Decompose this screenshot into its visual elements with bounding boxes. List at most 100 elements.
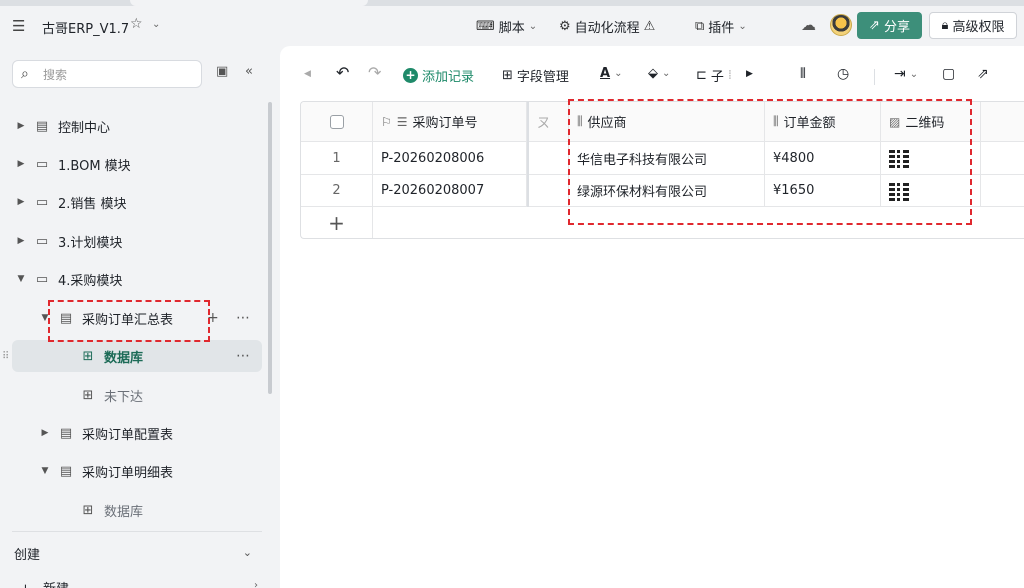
add-icon: + [20, 582, 31, 588]
fill-color-button[interactable]: ⬙ ⌄ [648, 66, 670, 81]
column-add-icon[interactable]: ⫴ [800, 66, 806, 82]
cell-order-no[interactable]: P-20260208006 [373, 142, 527, 174]
data-grid: ⚐ ☰ 采购订单号 ㄡ ⫼ 供应商 ⫼ 订单金额 ▨ 二维码 1 P-20260… [300, 101, 1024, 239]
font-color-button[interactable]: A ⌄ [600, 66, 622, 81]
qr-code-image[interactable] [889, 180, 909, 201]
cell-amount[interactable]: ¥4800 [765, 142, 881, 174]
chevron-right-icon[interactable]: ▶ [16, 197, 26, 207]
table-row[interactable]: 1 P-20260208006 华信电子科技有限公司 ¥4800 [301, 142, 1024, 175]
cell-qrcode[interactable] [881, 175, 981, 206]
tree-item-purchase-module[interactable]: ▼ ▭ 4.采购模块 [0, 263, 262, 295]
select-all-cell[interactable] [301, 102, 373, 141]
cell-qrcode[interactable] [881, 142, 981, 174]
bar-chart-icon: ⫼ [773, 114, 779, 128]
qr-code-image[interactable] [889, 148, 909, 168]
cell-order-no[interactable]: P-20260208007 [373, 175, 527, 206]
add-row[interactable]: + [301, 207, 1024, 238]
plugin-button[interactable]: ⧉ 插件 ⌄ [695, 17, 747, 36]
menu-icon[interactable]: ☰ [12, 17, 25, 35]
robot-icon: ⚙ [559, 19, 571, 34]
cell-supplier[interactable]: 华信电子科技有限公司 [569, 142, 765, 174]
cell-amount[interactable]: ¥1650 [765, 175, 881, 206]
export-button[interactable]: ⇥ ⌄ [894, 66, 918, 82]
app-header: ☰ 古哥ERP_V1.7 ☆ ⌄ ⌨ 脚本 ⌄ ⚙ 自动化流程 ⚠ ⧉ 插件 ⌄… [0, 6, 1024, 46]
app-title[interactable]: 古哥ERP_V1.7 [42, 18, 129, 37]
star-icon[interactable]: ☆ [130, 16, 143, 32]
select-all-checkbox[interactable] [329, 114, 344, 129]
folder-icon: ▭ [35, 156, 49, 172]
more-icon[interactable]: ⋯ [236, 310, 250, 326]
chevron-down-icon[interactable]: ▼ [16, 274, 26, 284]
tree-item-bom-module[interactable]: ▶ ▭ 1.BOM 模块 [0, 148, 262, 180]
script-icon: ⌨ [476, 19, 495, 34]
field-manage-button[interactable]: ⊞ 字段管理 [502, 66, 569, 85]
column-header-supplier[interactable]: ⫼ 供应商 [569, 102, 765, 141]
tree-item-purchase-order-summary[interactable]: ▼ ▤ 采购订单汇总表 + ⋯ [0, 302, 262, 334]
add-row-icon[interactable]: + [301, 207, 373, 238]
new-item-row[interactable]: + 新建 › [20, 578, 258, 588]
tree-item-plan-module[interactable]: ▶ ▭ 3.计划模块 [0, 225, 262, 257]
grid-icon: ⊞ [82, 502, 94, 518]
drag-handle-icon[interactable]: ⠿ [2, 351, 9, 362]
more-icon[interactable]: ⋯ [236, 348, 250, 364]
cloud-sync-icon[interactable]: ☁ [801, 16, 816, 34]
tree-item-purchase-order-detail[interactable]: ▼ ▤ 采购订单明细表 [0, 455, 262, 487]
paint-bucket-icon: ⬙ [648, 66, 658, 81]
chevron-down-icon: ⌄ [528, 21, 538, 32]
tree-item-database-active[interactable]: ⊞ 数据库 ⋯ [12, 340, 262, 372]
cell-supplier[interactable]: 绿源环保材料有限公司 [569, 175, 765, 206]
chevron-down-icon[interactable]: ▼ [40, 313, 50, 323]
column-header-hidden[interactable]: ㄡ [529, 102, 569, 141]
bar-chart-icon: ⫼ [577, 114, 583, 128]
automation-button[interactable]: ⚙ 自动化流程 ⚠ [559, 17, 655, 36]
cell-hidden[interactable] [529, 175, 569, 206]
toolbar-divider [874, 69, 875, 85]
sub-table-button[interactable]: ⊏ 子 ⁞ [696, 66, 732, 85]
tree-item-sales-module[interactable]: ▶ ▭ 2.销售 模块 [0, 186, 262, 218]
share-button[interactable]: ⇗ 分享 [857, 12, 922, 39]
sidebar-scrollbar[interactable] [268, 102, 272, 394]
add-record-button[interactable]: + 添加记录 [403, 66, 474, 85]
share-out-icon[interactable]: ⇗ [977, 66, 989, 82]
avatar[interactable] [830, 14, 852, 36]
cell-hidden[interactable] [529, 142, 569, 174]
scroll-left-icon[interactable]: ◀ [304, 69, 311, 79]
chevron-right-icon[interactable]: ▶ [16, 121, 26, 131]
grid-icon: ⊞ [502, 68, 513, 83]
chevron-right-icon: › [254, 580, 258, 588]
tree-item-not-issued[interactable]: ⊞ 未下达 [0, 379, 262, 411]
collapse-panel-icon[interactable]: ▣ [216, 64, 228, 79]
chevron-down-icon[interactable]: ▼ [40, 466, 50, 476]
chevron-right-icon[interactable]: ▶ [16, 159, 26, 169]
create-section-toggle[interactable]: 创建 ⌄ [14, 544, 258, 564]
chevron-right-icon[interactable]: ▶ [16, 236, 26, 246]
chevron-down-icon[interactable]: ⌄ [152, 19, 160, 30]
script-button[interactable]: ⌨ 脚本 ⌄ [476, 17, 537, 36]
table-doc-icon: ▤ [59, 463, 73, 479]
tree-item-detail-database[interactable]: ⊞ 数据库 [0, 494, 262, 526]
chevron-right-icon[interactable]: ▶ [40, 428, 50, 438]
scroll-right-icon[interactable]: ▶ [746, 69, 753, 79]
tree-item-purchase-order-config[interactable]: ▶ ▤ 采购订单配置表 [0, 417, 262, 449]
redo-icon[interactable]: ↷ [368, 63, 381, 82]
lock-icon: 🔒︎ [941, 18, 949, 33]
undo-icon[interactable]: ↶ [336, 63, 349, 82]
column-header-amount[interactable]: ⫼ 订单金额 [765, 102, 881, 141]
history-icon[interactable]: ◷ [837, 66, 849, 82]
advanced-permission-button[interactable]: 🔒︎ 高级权限 [929, 12, 1017, 39]
search-input[interactable] [43, 65, 193, 85]
share-icon: ⇗ [869, 18, 880, 33]
tree-item-control-center[interactable]: ▶ ▤ 控制中心 [0, 110, 262, 142]
warning-icon: ⚠ [643, 19, 656, 34]
search-box[interactable]: ⌕ [12, 60, 202, 88]
freeze-column-divider[interactable] [527, 102, 529, 207]
add-circle-icon: + [403, 68, 418, 83]
main-panel: ◀ ↶ ↷ + 添加记录 ⊞ 字段管理 A ⌄ ⬙ ⌄ ⊏ 子 ⁞ ▶ ⫴ ◷ … [280, 46, 1024, 588]
add-icon[interactable]: + [207, 310, 219, 326]
clipboard-icon[interactable]: ▢ [942, 66, 955, 82]
chevron-down-icon: ⌄ [909, 68, 919, 80]
table-row[interactable]: 2 P-20260208007 绿源环保材料有限公司 ¥1650 [301, 175, 1024, 207]
column-header-order-no[interactable]: ⚐ ☰ 采购订单号 [373, 102, 527, 141]
collapse-sidebar-icon[interactable]: « [245, 64, 253, 79]
column-header-qrcode[interactable]: ▨ 二维码 [881, 102, 981, 141]
